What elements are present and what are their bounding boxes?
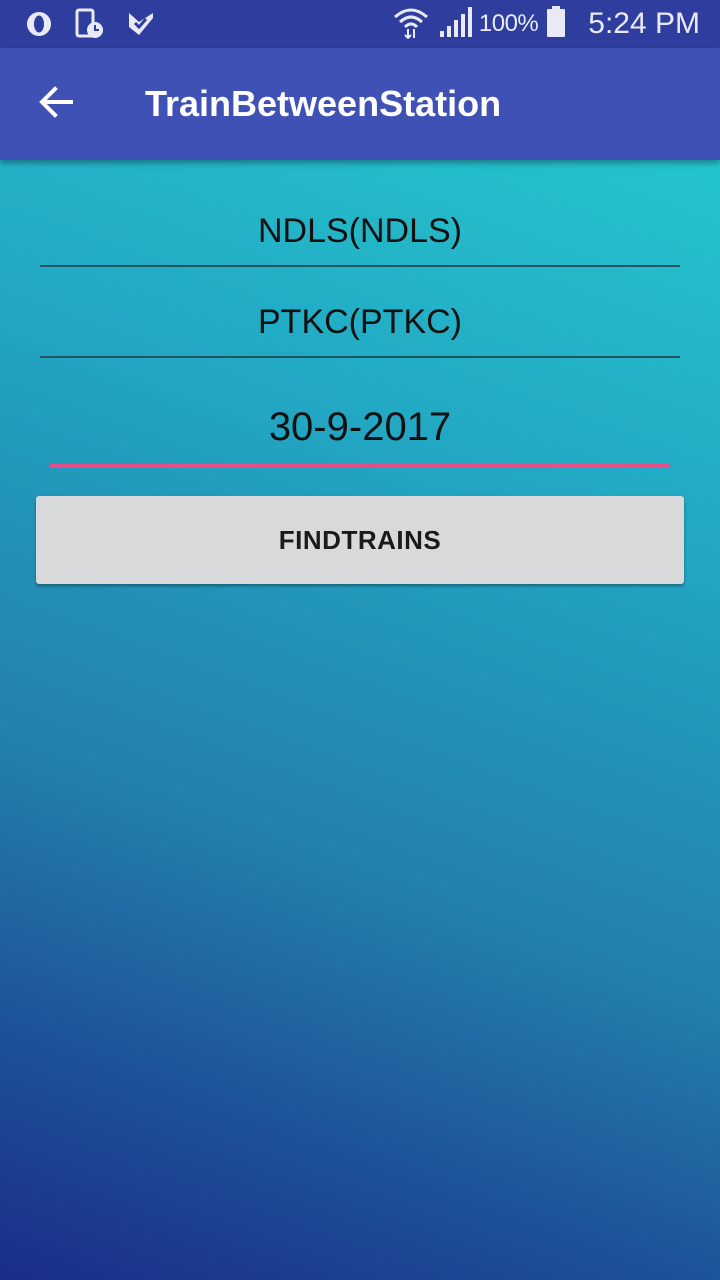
status-right-icons: 100% 5:24 PM xyxy=(393,0,700,48)
to-station-value: PTKC(PTKC) xyxy=(258,303,462,341)
status-clock: 5:24 PM xyxy=(588,7,700,40)
battery-percent: 100% xyxy=(478,10,539,37)
check-icon xyxy=(126,9,156,44)
date-field[interactable]: 30-9-2017 xyxy=(50,405,670,468)
page-title: TrainBetweenStation xyxy=(145,83,502,124)
phone-clock-icon xyxy=(74,8,106,45)
back-button[interactable] xyxy=(28,76,84,132)
app-bar: TrainBetweenStation xyxy=(0,48,720,160)
wifi-icon xyxy=(393,5,429,44)
status-left-icons xyxy=(24,8,156,45)
battery-icon xyxy=(546,5,566,43)
arrow-back-icon xyxy=(38,84,74,125)
find-trains-button[interactable]: FINDTRAINS xyxy=(36,496,684,584)
signal-icon xyxy=(439,5,473,44)
opera-icon xyxy=(24,9,54,44)
status-bar: 100% 5:24 PM xyxy=(0,0,720,48)
from-station-value: NDLS(NDLS) xyxy=(257,212,463,250)
date-value: 30-9-2017 xyxy=(268,405,452,449)
to-station-field[interactable]: PTKC(PTKC) xyxy=(40,303,680,358)
from-station-field[interactable]: NDLS(NDLS) xyxy=(40,212,680,267)
